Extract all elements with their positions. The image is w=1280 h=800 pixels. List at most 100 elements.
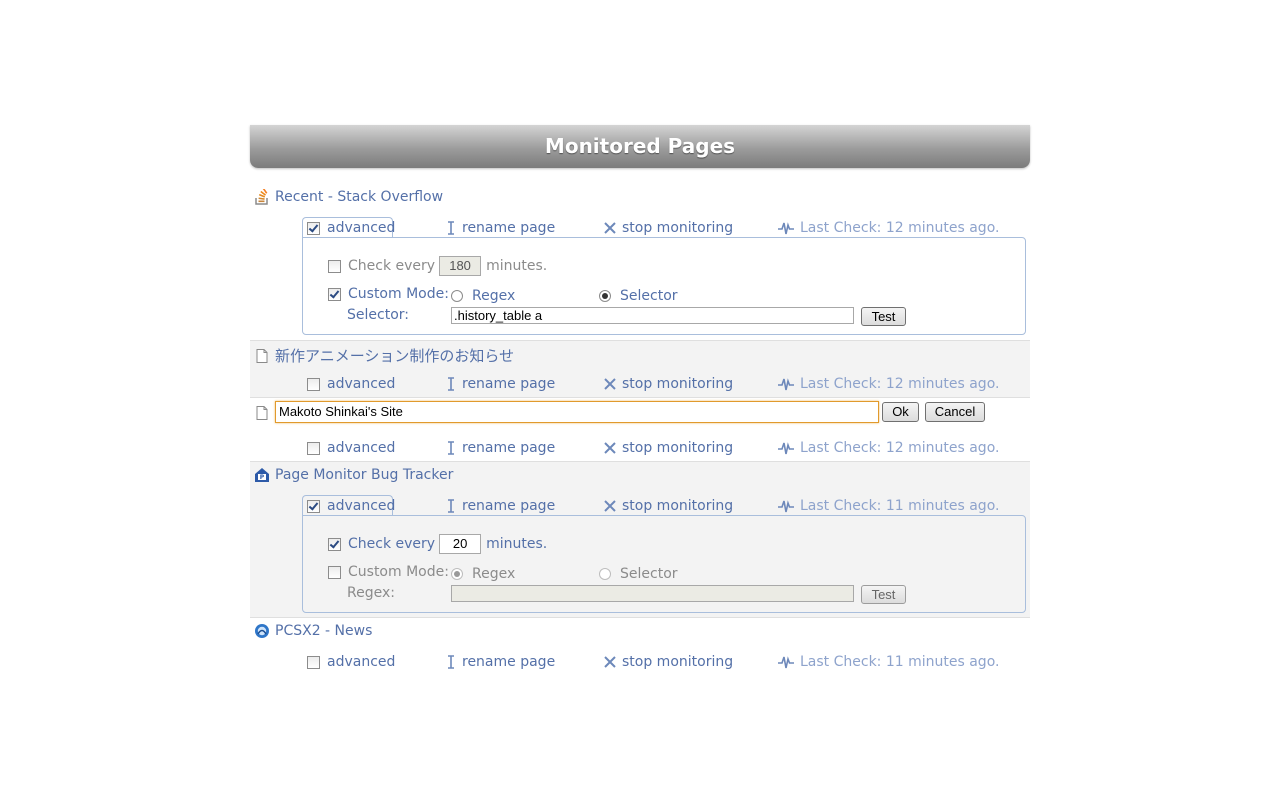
page-title-link[interactable]: PCSX2 - News <box>275 623 372 639</box>
rename-page-link[interactable]: rename page <box>446 496 555 516</box>
advanced-label: advanced <box>327 376 396 392</box>
regex-label: Regex <box>472 288 516 304</box>
monitored-page: PCSX2 - News advanced rename page stop m… <box>250 617 1030 677</box>
custom-mode-label: Custom Mode: <box>348 286 449 302</box>
selector-input[interactable]: .history_table a <box>451 307 854 324</box>
stop-label: stop monitoring <box>622 376 734 392</box>
rename-page-link[interactable]: rename page <box>446 652 555 672</box>
advanced-checkbox[interactable] <box>307 221 320 235</box>
interval-input[interactable]: 20 <box>439 534 482 554</box>
selector-option[interactable]: Selector <box>599 288 678 304</box>
regex-input[interactable] <box>451 585 854 602</box>
check-every-checkbox[interactable] <box>328 537 341 551</box>
regex-option[interactable]: Regex <box>451 288 515 304</box>
stop-monitoring-link[interactable]: stop monitoring <box>604 496 733 516</box>
custom-mode-checkbox[interactable] <box>328 287 341 301</box>
regex-field-label: Regex: <box>347 585 395 601</box>
selector-field-label: Selector: <box>347 307 409 323</box>
advanced-toggle[interactable]: advanced <box>307 652 395 672</box>
last-check-text: Last Check: 12 minutes ago. <box>800 220 1000 236</box>
rename-page-link[interactable]: rename page <box>446 374 555 394</box>
rename-page-link[interactable]: rename page <box>446 218 555 238</box>
last-check-text: Last Check: 11 minutes ago. <box>800 654 1000 670</box>
page-header: Monitored Pages <box>250 125 1030 168</box>
page-title-link[interactable]: 新作アニメーション制作のお知らせ <box>275 345 514 366</box>
rename-title-input[interactable]: Makoto Shinkai's Site <box>275 401 879 423</box>
cancel-button[interactable]: Cancel <box>925 402 985 422</box>
monitored-page: P Page Monitor Bug Tracker advanced rena… <box>250 461 1030 617</box>
last-check-status: Last Check: 12 minutes ago. <box>778 374 999 394</box>
check-every-row: Check every 20 minutes. <box>328 534 547 554</box>
check-every-label: Check every <box>348 536 436 552</box>
stop-monitoring-link[interactable]: stop monitoring <box>604 218 733 238</box>
ok-button[interactable]: Ok <box>882 402 919 422</box>
check-every-label: Check every <box>348 258 436 274</box>
regex-radio[interactable] <box>451 568 463 580</box>
last-check-text: Last Check: 12 minutes ago. <box>800 440 1000 456</box>
advanced-label: advanced <box>327 220 396 236</box>
stop-label: stop monitoring <box>622 498 734 514</box>
bug-tracker-icon: P <box>255 468 269 482</box>
last-check-status: Last Check: 11 minutes ago. <box>778 652 999 672</box>
selector-option[interactable]: Selector <box>599 566 678 582</box>
stop-label: stop monitoring <box>622 220 734 236</box>
regex-radio[interactable] <box>451 290 463 302</box>
close-icon <box>604 442 616 454</box>
regex-option[interactable]: Regex <box>451 566 515 582</box>
rename-label: rename page <box>462 498 556 514</box>
custom-mode-checkbox[interactable] <box>328 565 341 579</box>
test-button[interactable]: Test <box>861 307 906 326</box>
minutes-label: minutes. <box>486 258 548 274</box>
rename-label: rename page <box>462 220 556 236</box>
advanced-toggle[interactable]: advanced <box>307 438 395 458</box>
pulse-icon <box>778 655 794 669</box>
pulse-icon <box>778 377 794 391</box>
interval-input[interactable]: 180 <box>439 256 482 276</box>
advanced-checkbox[interactable] <box>307 441 320 455</box>
custom-mode-row: Custom Mode: <box>328 564 449 580</box>
field-label: Regex: <box>347 585 395 601</box>
stop-label: stop monitoring <box>622 654 734 670</box>
close-icon <box>604 656 616 668</box>
field-label: Selector: <box>347 307 409 323</box>
selector-radio[interactable] <box>599 290 611 302</box>
advanced-label: advanced <box>327 654 396 670</box>
stop-monitoring-link[interactable]: stop monitoring <box>604 652 733 672</box>
close-icon <box>604 500 616 512</box>
advanced-label: advanced <box>327 440 396 456</box>
advanced-panel: Check every 20 minutes. Custom Mode: Reg… <box>302 515 1026 613</box>
selector-radio[interactable] <box>599 568 611 580</box>
pulse-icon <box>778 441 794 455</box>
rename-icon <box>446 441 456 455</box>
stackoverflow-icon <box>255 189 268 205</box>
check-every-checkbox[interactable] <box>328 259 341 273</box>
page-title-link[interactable]: Page Monitor Bug Tracker <box>275 467 453 483</box>
rename-icon <box>446 499 456 513</box>
monitored-page: Recent - Stack Overflow advanced rename … <box>250 182 1030 339</box>
last-check-text: Last Check: 12 minutes ago. <box>800 376 1000 392</box>
page-title-link[interactable]: Recent - Stack Overflow <box>275 189 443 205</box>
last-check-text: Last Check: 11 minutes ago. <box>800 498 1000 514</box>
advanced-checkbox[interactable] <box>307 377 320 391</box>
advanced-toggle[interactable]: advanced <box>307 218 395 238</box>
last-check-status: Last Check: 12 minutes ago. <box>778 438 999 458</box>
stop-monitoring-link[interactable]: stop monitoring <box>604 374 733 394</box>
rename-icon <box>446 221 456 235</box>
rename-page-link[interactable]: rename page <box>446 438 555 458</box>
page-icon <box>254 348 270 364</box>
advanced-toggle[interactable]: advanced <box>307 496 395 516</box>
advanced-toggle[interactable]: advanced <box>307 374 395 394</box>
monitored-page: 新作アニメーション制作のお知らせ advanced rename page st… <box>250 340 1030 397</box>
close-icon <box>604 222 616 234</box>
test-button[interactable]: Test <box>861 585 906 604</box>
advanced-checkbox[interactable] <box>307 499 320 513</box>
header-title: Monitored Pages <box>544 134 736 158</box>
custom-mode-row: Custom Mode: <box>328 286 449 302</box>
rename-icon <box>446 655 456 669</box>
advanced-checkbox[interactable] <box>307 655 320 669</box>
selector-label: Selector <box>620 288 678 304</box>
close-icon <box>604 378 616 390</box>
stop-monitoring-link[interactable]: stop monitoring <box>604 438 733 458</box>
custom-mode-label: Custom Mode: <box>348 564 449 580</box>
pulse-icon <box>778 221 794 235</box>
